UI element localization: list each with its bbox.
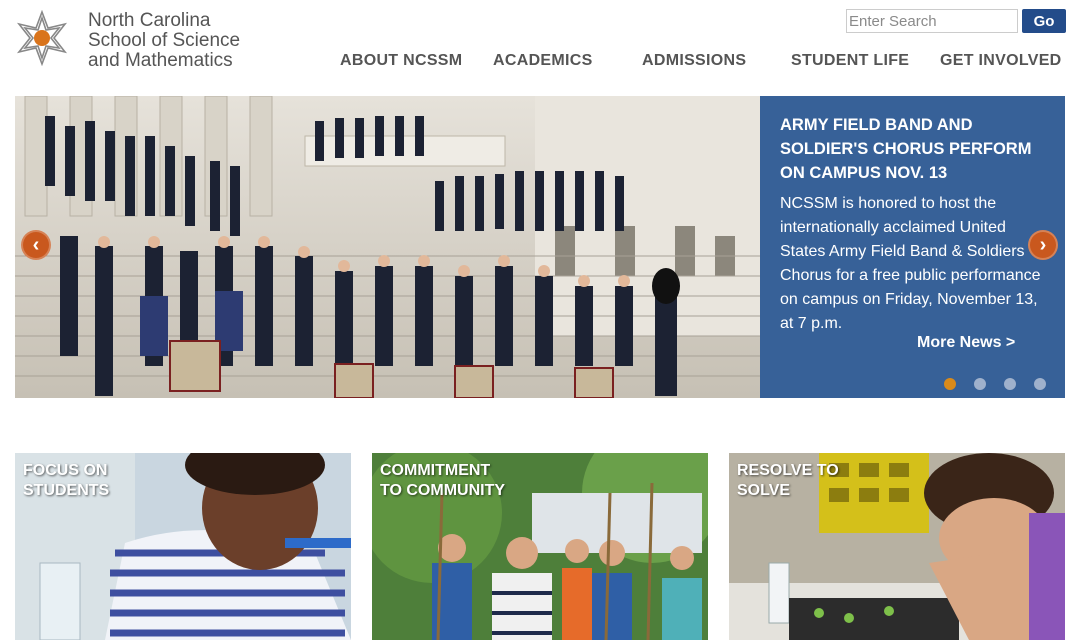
logo-line-1: North Carolina bbox=[88, 10, 211, 31]
carousel-dot-1[interactable] bbox=[944, 378, 956, 390]
nav-item-student-life[interactable]: STUDENT LIFE bbox=[791, 52, 909, 70]
search-bar: Go bbox=[846, 9, 1066, 33]
hero-carousel: ARMY FIELD BAND AND SOLDIER'S CHORUS PER… bbox=[15, 96, 1065, 398]
tile-caption-line-1: COMMITMENT bbox=[380, 462, 491, 479]
tile-focus-on-students[interactable]: FOCUS ON STUDENTS bbox=[15, 453, 351, 640]
carousel-next-button[interactable]: › bbox=[1028, 230, 1058, 260]
tile-caption-line-2: TO COMMUNITY bbox=[380, 482, 506, 499]
tile-caption: FOCUS ON STUDENTS bbox=[23, 461, 109, 501]
hero-photo-army-band bbox=[15, 96, 760, 398]
nav-item-admissions[interactable]: ADMISSIONS bbox=[642, 52, 746, 70]
carousel-pagination bbox=[944, 378, 1064, 390]
tile-commitment-to-community[interactable]: COMMITMENT TO COMMUNITY bbox=[372, 453, 708, 640]
carousel-dot-3[interactable] bbox=[1004, 378, 1016, 390]
tile-caption-line-2: STUDENTS bbox=[23, 482, 110, 499]
carousel-dot-4[interactable] bbox=[1034, 378, 1046, 390]
nav-item-academics[interactable]: ACADEMICS bbox=[493, 52, 593, 70]
tile-caption-line-2: SOLVE bbox=[737, 482, 791, 499]
nav-item-get-involved[interactable]: GET INVOLVED bbox=[940, 52, 1062, 70]
carousel-dot-2[interactable] bbox=[974, 378, 986, 390]
tile-caption-line-1: FOCUS ON bbox=[23, 462, 108, 479]
nav-item-about[interactable]: ABOUT NCSSM bbox=[340, 52, 462, 70]
tile-caption-line-1: RESOLVE TO bbox=[737, 462, 839, 479]
main-nav: ABOUT NCSSM ACADEMICS ADMISSIONS STUDENT… bbox=[0, 52, 1074, 72]
news-panel: ARMY FIELD BAND AND SOLDIER'S CHORUS PER… bbox=[760, 96, 1065, 398]
tile-caption: RESOLVE TO SOLVE bbox=[737, 461, 839, 501]
tile-resolve-to-solve[interactable]: RESOLVE TO SOLVE bbox=[729, 453, 1065, 640]
news-body: NCSSM is honored to host the internation… bbox=[780, 195, 1041, 332]
more-news-link[interactable]: More News > bbox=[917, 334, 1015, 352]
tile-caption: COMMITMENT TO COMMUNITY bbox=[380, 461, 505, 501]
chevron-right-icon: › bbox=[1039, 233, 1047, 256]
logo-line-2: School of Science bbox=[88, 30, 241, 51]
search-go-button[interactable]: Go bbox=[1022, 9, 1066, 33]
carousel-prev-button[interactable]: ‹ bbox=[21, 230, 51, 260]
chevron-left-icon: ‹ bbox=[32, 233, 40, 256]
news-headline[interactable]: ARMY FIELD BAND AND SOLDIER'S CHORUS PER… bbox=[780, 113, 1050, 185]
search-input[interactable] bbox=[846, 9, 1018, 33]
